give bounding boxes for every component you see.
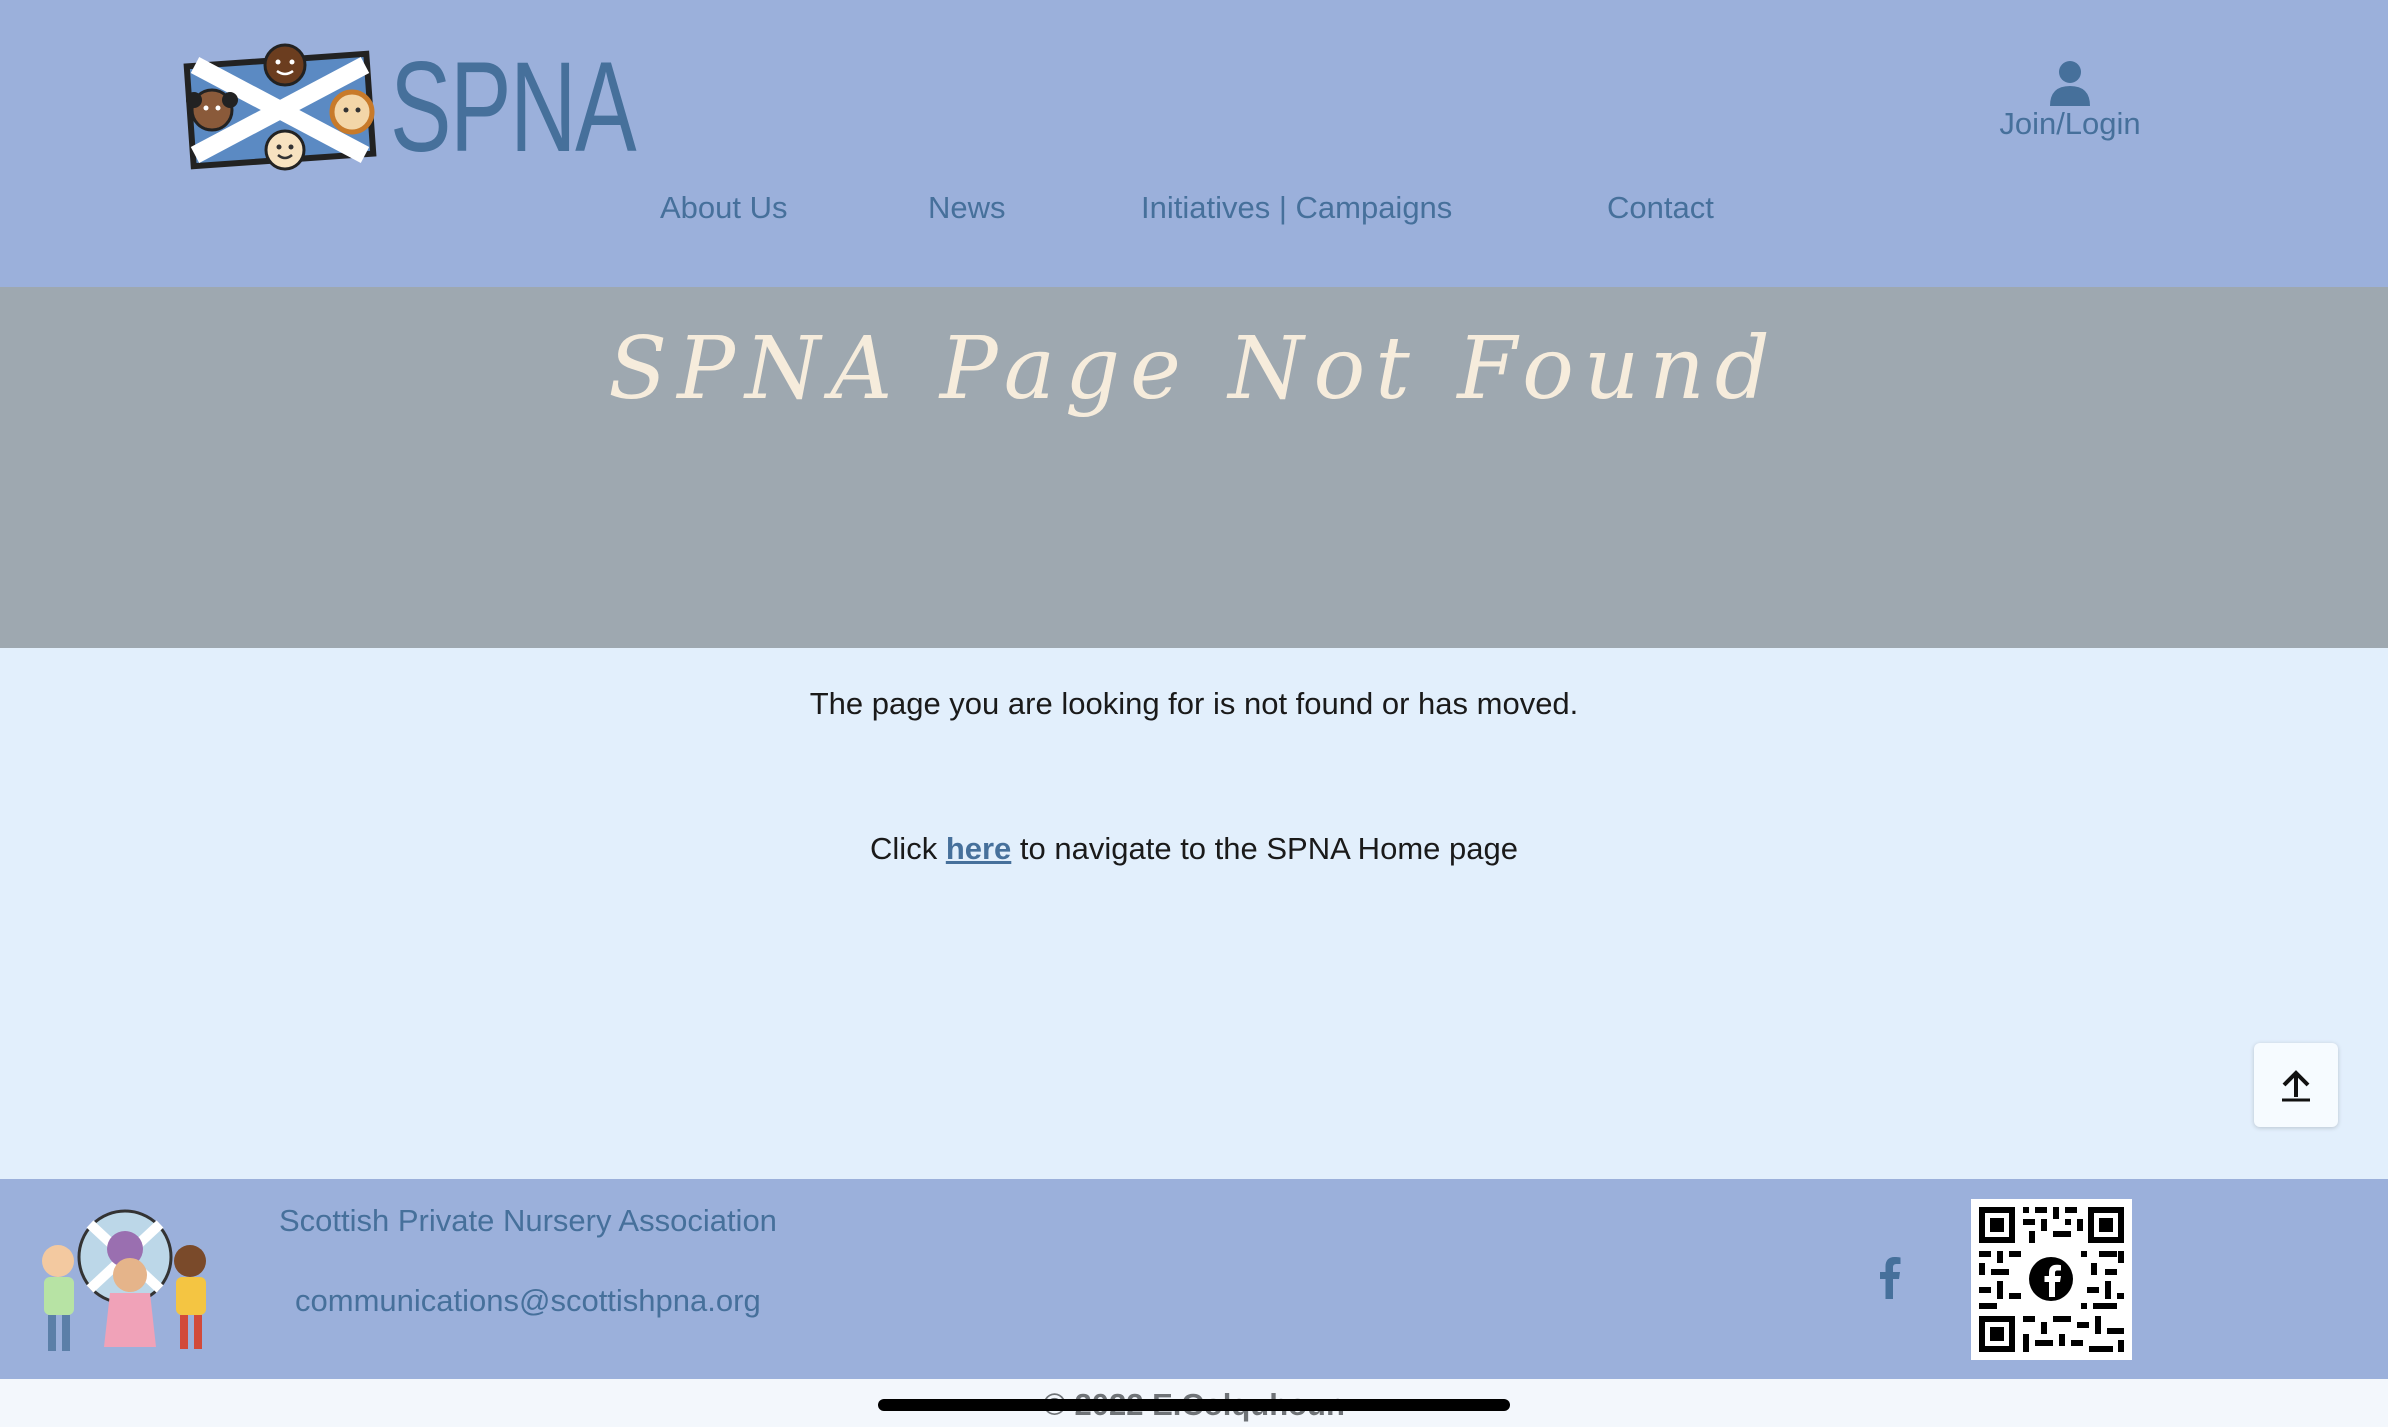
- footer-email-link[interactable]: communications@scottishpna.org: [295, 1281, 761, 1321]
- not-found-message: The page you are looking for is not foun…: [809, 686, 1579, 721]
- site-footer: Scottish Private Nursery Association com…: [0, 1179, 2388, 1379]
- facebook-icon[interactable]: [1872, 1255, 1908, 1299]
- user-icon: [2050, 61, 2090, 106]
- join-login-label[interactable]: Join/Login: [1980, 106, 2160, 142]
- join-login-button[interactable]: Join/Login: [1980, 60, 2160, 142]
- click-prefix: Click: [870, 831, 946, 866]
- footer-org-name: Scottish Private Nursery Association: [279, 1203, 777, 1238]
- children-thistle-illustration-icon: [42, 1209, 206, 1351]
- click-suffix: to navigate to the SPNA Home page: [1011, 831, 1518, 866]
- arrow-up-icon: [2282, 1070, 2310, 1102]
- spna-logo[interactable]: SPNA: [180, 40, 637, 175]
- main-content: The page you are looking for is not foun…: [0, 648, 2388, 1179]
- home-link[interactable]: here: [946, 831, 1011, 866]
- nav-item-about-us[interactable]: About Us: [660, 188, 788, 228]
- logo-text: SPNA: [390, 36, 637, 179]
- qr-code-icon[interactable]: [1971, 1199, 2132, 1360]
- nav-item-news[interactable]: News: [928, 188, 1006, 228]
- scroll-to-top-button[interactable]: [2254, 1043, 2338, 1127]
- home-navigation-text: Click here to navigate to the SPNA Home …: [0, 829, 2388, 869]
- hero-banner: SPNA Page Not Found: [0, 287, 2388, 648]
- nav-item-initiatives-campaigns[interactable]: Initiatives | Campaigns: [1141, 188, 1452, 228]
- page-title: SPNA Page Not Found: [608, 319, 1780, 419]
- nav-item-contact[interactable]: Contact: [1607, 188, 1714, 228]
- site-header: SPNA Join/Login About Us News Initiative…: [0, 0, 2388, 287]
- saltire-children-logo-icon: [183, 43, 377, 171]
- page: SPNA Join/Login About Us News Initiative…: [0, 0, 2388, 1427]
- home-indicator[interactable]: [878, 1399, 1510, 1411]
